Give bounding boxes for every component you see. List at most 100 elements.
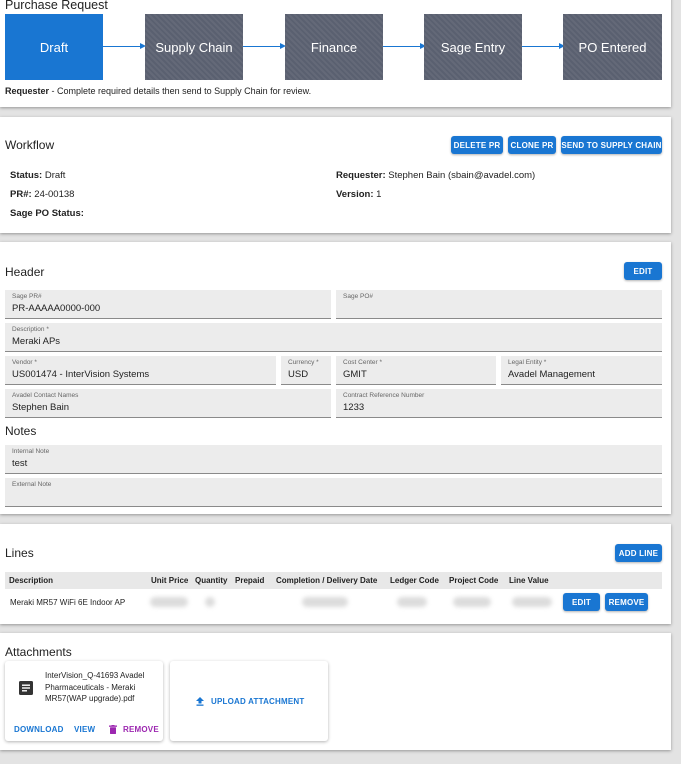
notes-title: Notes: [5, 424, 37, 438]
internal-note-field[interactable]: Internal Note test: [5, 445, 662, 474]
sage-pr-field[interactable]: Sage PR# PR-AAAAA0000-000: [5, 290, 331, 319]
view-attachment-button[interactable]: VIEW: [74, 723, 95, 735]
description-label: Description *: [12, 326, 49, 333]
contact-names-label: Avadel Contact Names: [12, 392, 79, 399]
col-prepaid: Prepaid: [235, 576, 265, 585]
lines-table-header: Description Unit Price Quantity Prepaid …: [5, 572, 662, 589]
sage-pr-value: PR-AAAAA0000-000: [12, 303, 101, 314]
purchase-request-title: Purchase Request: [5, 0, 108, 12]
redacted-line-value: [512, 597, 552, 607]
remove-attachment-label: REMOVE: [123, 724, 159, 734]
header-title: Header: [5, 265, 45, 279]
contact-names-field[interactable]: Avadel Contact Names Stephen Bain: [5, 389, 331, 418]
document-icon: [19, 681, 33, 695]
version-label: Version:: [336, 189, 374, 200]
currency-label: Currency *: [288, 359, 319, 366]
vendor-field[interactable]: Vendor * US001474 - InterVision Systems: [5, 356, 276, 385]
clone-pr-button[interactable]: CLONE PR: [508, 136, 556, 154]
requester-label: Requester:: [336, 170, 386, 181]
redacted-quantity: [205, 597, 215, 607]
status-value: Draft: [44, 170, 66, 181]
trash-icon: [109, 724, 117, 734]
redacted-ledger-code: [397, 597, 427, 607]
header-card: Header EDIT Sage PR# PR-AAAAA0000-000 Sa…: [0, 242, 671, 514]
col-completion-date: Completion / Delivery Date: [276, 576, 378, 585]
cost-center-value: GMIT: [343, 369, 367, 380]
external-note-field[interactable]: External Note: [5, 478, 662, 507]
contract-reference-label: Contract Reference Number: [343, 392, 425, 399]
add-line-button[interactable]: ADD LINE: [615, 544, 662, 562]
requester-line: Requester: Stephen Bain (sbain@avadel.co…: [336, 170, 535, 181]
redacted-project-code: [453, 597, 491, 607]
upload-attachment-card: UPLOAD ATTACHMENT: [170, 661, 328, 741]
redacted-unit-price: [150, 597, 188, 607]
purchase-request-card: Purchase Request Draft Supply Chain Fina…: [0, 0, 671, 107]
step-arrow: [522, 43, 565, 49]
currency-value: USD: [288, 369, 309, 380]
contract-reference-value: 1233: [343, 402, 365, 413]
legal-entity-field[interactable]: Legal Entity * Avadel Management: [501, 356, 662, 385]
cost-center-field[interactable]: Cost Center * GMIT: [336, 356, 496, 385]
step-supply-chain: Supply Chain: [145, 14, 243, 80]
col-unit-price: Unit Price: [151, 576, 189, 585]
line-description: Meraki MR57 WiFi 6E Indoor AP: [10, 598, 126, 607]
contact-names-value: Stephen Bain: [12, 402, 70, 413]
status-stepper: Draft Supply Chain Finance Sage Entry PO…: [5, 14, 662, 80]
requester-value: Stephen Bain (sbain@avadel.com): [388, 170, 536, 181]
step-finance: Finance: [285, 14, 383, 80]
sage-po-field[interactable]: Sage PO#: [336, 290, 662, 319]
step-arrow: [103, 43, 146, 49]
upload-attachment-label: UPLOAD ATTACHMENT: [211, 696, 305, 706]
pr-number-label: PR#:: [10, 189, 32, 200]
redacted-date: [302, 597, 348, 607]
delete-pr-button[interactable]: DELETE PR: [451, 136, 503, 154]
workflow-card: Workflow DELETE PR CLONE PR SEND TO SUPP…: [0, 117, 671, 233]
line-remove-button[interactable]: REMOVE: [605, 593, 648, 611]
col-description: Description: [9, 576, 54, 585]
attachment-file-name: InterVision_Q-41693 Avadel Pharmaceutica…: [45, 671, 145, 703]
legal-entity-label: Legal Entity *: [508, 359, 547, 366]
pr-number-value: 24-00138: [34, 189, 75, 200]
step-arrow: [243, 43, 286, 49]
attachment-file-card: InterVision_Q-41693 Avadel Pharmaceutica…: [5, 661, 163, 741]
legal-entity-value: Avadel Management: [508, 369, 595, 380]
upload-icon: [196, 696, 204, 706]
upload-attachment-button[interactable]: UPLOAD ATTACHMENT: [196, 695, 304, 707]
contract-reference-field[interactable]: Contract Reference Number 1233: [336, 389, 662, 418]
sage-po-status-line: Sage PO Status:: [10, 208, 84, 219]
line-edit-button[interactable]: EDIT: [563, 593, 600, 611]
attachments-title: Attachments: [5, 645, 72, 659]
download-attachment-button[interactable]: DOWNLOAD: [14, 723, 64, 735]
vendor-value: US001474 - InterVision Systems: [12, 369, 150, 380]
version-line: Version: 1: [336, 189, 381, 200]
step-po-entered: PO Entered: [563, 14, 662, 80]
sage-po-status-label: Sage PO Status:: [10, 208, 84, 219]
description-value: Meraki APs: [12, 336, 61, 347]
col-line-value: Line Value: [509, 576, 549, 585]
pr-number-line: PR#: 24-00138: [10, 189, 74, 200]
sage-po-label: Sage PO#: [343, 293, 373, 300]
header-edit-button[interactable]: EDIT: [624, 262, 662, 280]
attachments-card: Attachments InterVision_Q-41693 Avadel P…: [0, 633, 671, 750]
currency-field[interactable]: Currency * USD: [281, 356, 331, 385]
col-project-code: Project Code: [449, 576, 499, 585]
version-value: 1: [376, 189, 382, 200]
status-line: Status: Draft: [10, 170, 65, 181]
stage-hint-role: Requester: [5, 86, 50, 96]
lines-title: Lines: [5, 546, 34, 560]
vendor-label: Vendor *: [12, 359, 37, 366]
sage-pr-label: Sage PR#: [12, 293, 42, 300]
status-label: Status:: [10, 170, 43, 181]
col-ledger-code: Ledger Code: [390, 576, 439, 585]
step-arrow: [383, 43, 426, 49]
workflow-title: Workflow: [5, 138, 55, 152]
remove-attachment-button[interactable]: REMOVE: [109, 723, 159, 735]
send-to-supply-chain-button[interactable]: SEND TO SUPPLY CHAIN: [561, 136, 662, 154]
step-draft: Draft: [5, 14, 103, 80]
internal-note-value: test: [12, 458, 28, 469]
step-sage-entry: Sage Entry: [424, 14, 522, 80]
cost-center-label: Cost Center *: [343, 359, 383, 366]
col-quantity: Quantity: [195, 576, 228, 585]
description-field[interactable]: Description * Meraki APs: [5, 323, 662, 352]
internal-note-label: Internal Note: [12, 448, 50, 455]
